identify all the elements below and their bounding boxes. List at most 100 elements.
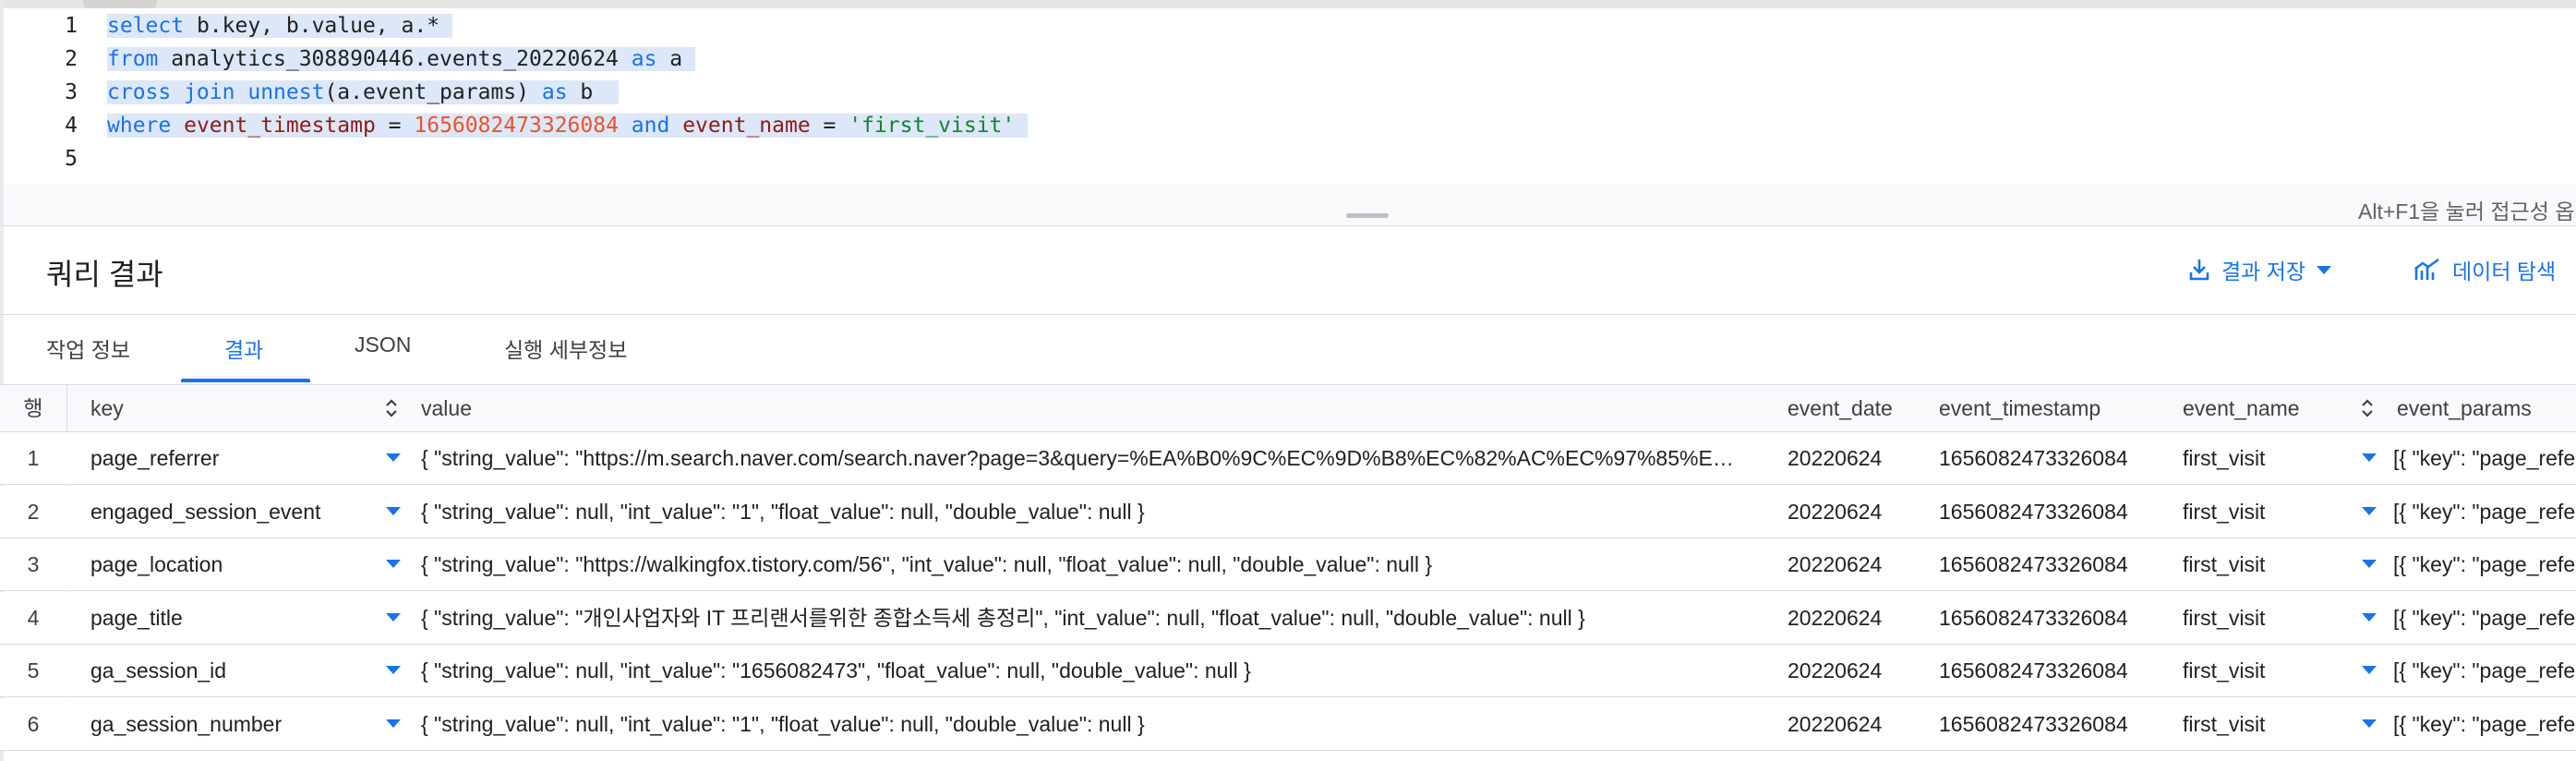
cell-key: ga_session_id <box>90 658 227 682</box>
sql-number: 1656082473326084 <box>414 114 619 138</box>
cell-event-name: first_visit <box>2183 605 2266 630</box>
editor-line[interactable]: 2 from analytics_308890446.events_2022062… <box>0 42 2576 76</box>
cell-key: page_title <box>90 605 183 630</box>
caret-down-icon[interactable] <box>386 506 401 515</box>
table-row[interactable]: 2 engaged_session_event { "string_value": … <box>0 485 2576 538</box>
cell-event-date: 20220624 <box>1788 605 1883 630</box>
sort-icon[interactable] <box>2360 397 2375 419</box>
caret-down-icon[interactable] <box>386 612 401 622</box>
editor-line[interactable]: 5 <box>0 142 2576 175</box>
sql-text: (a.event_params) <box>324 80 542 104</box>
editor-footer <box>0 185 2576 226</box>
explore-data-label: 데이터 탐색 <box>2452 260 2557 284</box>
caret-down-icon[interactable] <box>2362 719 2377 728</box>
code-text: where event_timestamp = 1656082473326084… <box>107 109 1029 142</box>
selection-highlight: select b.key, b.value, a.* <box>107 14 452 38</box>
cell-value: { "string_value": "https://walkingfox.ti… <box>421 552 1433 576</box>
results-title: 쿼리 결과 <box>46 258 163 291</box>
line-number: 4 <box>65 114 78 138</box>
cell-event-params: [{ "key": "page_referrer" <box>2393 552 2576 576</box>
editor-line[interactable]: 3 cross join unnest(a.event_params) as b <box>0 76 2576 109</box>
sql-identifier: event_timestamp <box>184 114 376 138</box>
divider <box>0 314 2576 315</box>
caret-down-icon[interactable] <box>386 453 401 462</box>
chevron-down-icon <box>2317 265 2332 274</box>
table-row[interactable]: 5 ga_session_id { "string_value": null, "i… <box>0 645 2576 697</box>
cell-event-params: [{ "key": "page_referrer" <box>2393 658 2576 682</box>
accessibility-hint: Alt+F1을 눌러 접근성 옵 <box>2358 199 2575 223</box>
row-number: 6 <box>27 711 40 736</box>
cell-event-params: [{ "key": "page_referrer" <box>2393 605 2576 630</box>
cell-event-timestamp: 1656082473326084 <box>1939 446 2128 470</box>
header-event-name[interactable]: event_name <box>2183 385 2300 431</box>
cell-key: engaged_session_event <box>90 499 321 524</box>
code-text: select b.key, b.value, a.* <box>107 9 452 42</box>
cell-event-timestamp: 1656082473326084 <box>1939 552 2128 576</box>
cell-event-name: first_visit <box>2183 446 2266 470</box>
tab-results[interactable]: 결과 <box>224 332 263 384</box>
cell-event-timestamp: 1656082473326084 <box>1939 605 2128 630</box>
table-row[interactable]: 3 page_location { "string_value": "https:/… <box>0 538 2576 591</box>
row-number: 2 <box>27 499 40 524</box>
header-event-timestamp[interactable]: event_timestamp <box>1939 385 2101 431</box>
tab-execution-details[interactable]: 실행 세부정보 <box>504 332 627 384</box>
caret-down-icon[interactable] <box>2362 560 2377 568</box>
header-row-number: 행 <box>23 396 43 420</box>
sort-icon[interactable] <box>384 397 399 419</box>
sql-text: = <box>375 114 415 138</box>
cell-event-name: first_visit <box>2183 499 2266 524</box>
cell-event-date: 20220624 <box>1788 711 1883 736</box>
tab-json[interactable]: JSON <box>355 332 411 384</box>
line-number: 2 <box>65 47 78 71</box>
table-row[interactable]: 1 page_referrer { "string_value": "https:/… <box>0 432 2576 485</box>
table-row[interactable]: 6 ga_session_number { "string_value": null… <box>0 697 2576 751</box>
cell-event-date: 20220624 <box>1788 446 1883 470</box>
sql-editor[interactable]: 1 select b.key, b.value, a.* 2 from analyt… <box>0 8 2576 197</box>
save-results-button[interactable]: 결과 저장 <box>2188 251 2332 288</box>
editor-line[interactable]: 4 where event_timestamp = 165608247332608… <box>0 109 2576 142</box>
sql-keyword: as <box>631 47 657 71</box>
cell-value: { "string_value": "개인사업자와 IT 프리랜서를위한 종합소… <box>421 605 1585 630</box>
editor-line[interactable]: 1 select b.key, b.value, a.* <box>0 9 2576 42</box>
cell-key: page_referrer <box>90 446 220 470</box>
caret-down-icon[interactable] <box>2362 666 2377 674</box>
caret-down-icon[interactable] <box>2362 453 2377 462</box>
cell-event-name: first_visit <box>2183 711 2266 736</box>
explore-data-button[interactable]: 데이터 탐색 <box>2413 251 2556 288</box>
row-number: 4 <box>27 605 40 630</box>
caret-down-icon[interactable] <box>386 719 401 728</box>
tab-job-info[interactable]: 작업 정보 <box>46 332 130 384</box>
sql-keyword: from <box>107 47 159 71</box>
chart-explore-icon <box>2413 258 2441 282</box>
cell-event-timestamp: 1656082473326084 <box>1939 658 2128 682</box>
header-event-params[interactable]: event_params <box>2397 385 2532 431</box>
selection-highlight: from analytics_308890446.events_20220624… <box>107 47 695 71</box>
header-value[interactable]: value <box>421 385 472 431</box>
caret-down-icon[interactable] <box>386 666 401 674</box>
resize-handle[interactable] <box>1346 213 1389 218</box>
cell-event-date: 20220624 <box>1788 552 1883 576</box>
line-number: 1 <box>65 14 78 38</box>
sql-text: b.key, b.value, a.* <box>184 14 452 38</box>
row-number: 1 <box>27 446 40 470</box>
cell-event-params: [{ "key": "page_referrer" <box>2393 499 2576 524</box>
cell-event-timestamp: 1656082473326084 <box>1939 499 2128 524</box>
sql-string: 'first_visit' <box>849 114 1016 138</box>
caret-down-icon[interactable] <box>386 560 401 568</box>
sql-keyword: where <box>107 114 172 138</box>
sql-text: a <box>656 47 695 71</box>
header-key[interactable]: key <box>90 385 124 431</box>
caret-down-icon[interactable] <box>2362 506 2377 515</box>
cell-event-name: first_visit <box>2183 552 2266 576</box>
cell-event-params: [{ "key": "page_referrer" <box>2393 711 2576 736</box>
header-event-date[interactable]: event_date <box>1788 385 1893 431</box>
caret-down-icon[interactable] <box>2362 612 2377 622</box>
save-results-label: 결과 저장 <box>2221 260 2306 284</box>
sql-text: analytics_308890446.events_20220624 <box>158 47 632 71</box>
table-row[interactable]: 4 page_title { "string_value": "개인사업자와 IT … <box>0 591 2576 645</box>
selection-highlight: cross join unnest(a.event_params) as b <box>107 80 619 104</box>
